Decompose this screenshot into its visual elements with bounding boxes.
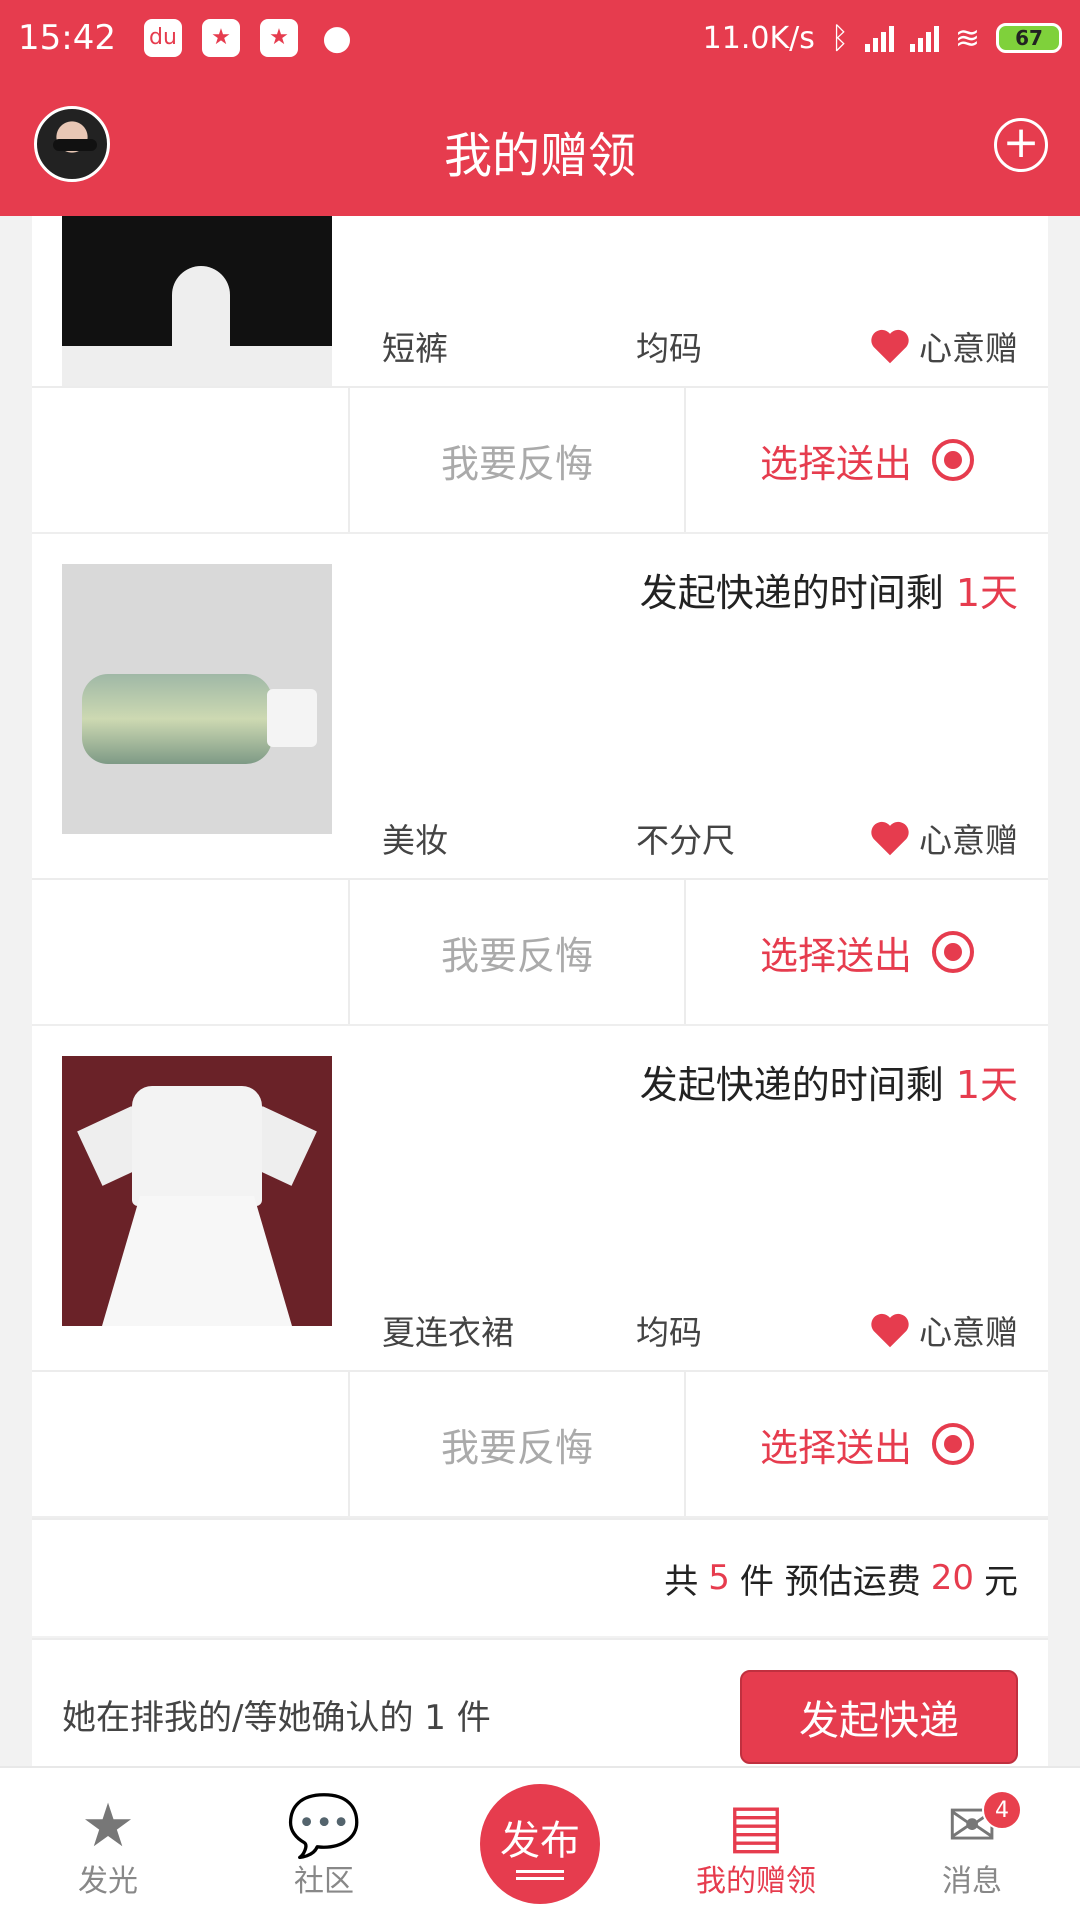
bluetooth-icon: ᛒ	[830, 20, 849, 56]
item-actions: 我要反悔 选择送出	[32, 1370, 1048, 1516]
total-suffix: 元	[984, 1561, 1018, 1602]
star-icon: ★	[81, 1791, 135, 1861]
publish-button[interactable]: 发布	[480, 1784, 600, 1904]
gift-item: 发起快递的时间剩 1天 夏连衣裙 均码 心意赠 我要反悔 选择送出	[32, 1026, 1048, 1518]
status-bar: 15:42 du ★ ★ ● 11.0K/s ᛒ ≋ 67	[0, 0, 1080, 76]
gift-item: 短裤 均码 心意赠 我要反悔 选择送出	[32, 216, 1048, 534]
gift-type-label: 心意赠	[919, 821, 1018, 860]
select-send-button[interactable]: 选择送出	[686, 880, 1048, 1024]
bottom-nav: ★ 发光 💬 社区 发布 ▤ 我的赠领 ✉ 4 消息	[0, 1766, 1080, 1920]
nav-item-messages[interactable]: ✉ 4 消息	[864, 1768, 1080, 1920]
item-size: 均码	[636, 329, 702, 368]
queue-status: 她在排我的/等她确认的 1 件	[62, 1698, 491, 1738]
regret-button[interactable]: 我要反悔	[350, 1372, 686, 1516]
shipping-countdown: 发起快递的时间剩 1天	[640, 562, 1018, 617]
countdown-value: 1天	[955, 1063, 1018, 1107]
item-photo[interactable]	[62, 1056, 332, 1326]
gift-type-label: 心意赠	[919, 329, 1018, 368]
item-info: 发起快递的时间剩 1天 美妆 不分尺 心意赠	[32, 534, 1048, 878]
nav-label: 消息	[942, 1864, 1002, 1899]
item-size: 不分尺	[636, 821, 735, 860]
baidu-icon: du	[143, 19, 182, 57]
countdown-value: 1天	[955, 571, 1018, 615]
select-send-label: 选择送出	[759, 1425, 912, 1470]
send-bar: 她在排我的/等她确认的 1 件 发起快递	[32, 1638, 1048, 1766]
item-info: 发起快递的时间剩 1天 夏连衣裙 均码 心意赠	[32, 1026, 1048, 1370]
network-speed: 11.0K/s	[702, 20, 815, 56]
regret-button[interactable]: 我要反悔	[350, 880, 686, 1024]
item-size: 均码	[636, 1313, 702, 1352]
gift-type: 心意赠	[869, 1306, 1018, 1354]
battery-icon: 67	[996, 23, 1062, 53]
item-category: 短裤	[382, 329, 448, 368]
add-button[interactable]: +	[994, 118, 1048, 172]
plus-icon: +	[1002, 117, 1040, 168]
item-category: 夏连衣裙	[382, 1313, 514, 1352]
shipping-fee: 20	[930, 1558, 974, 1598]
item-photo[interactable]	[62, 564, 332, 834]
countdown-label: 发起快递的时间剩	[639, 571, 956, 615]
total-middle: 件 预估运费	[739, 1561, 921, 1602]
total-prefix: 共	[664, 1561, 699, 1602]
app-bar: 我的赠领 +	[0, 76, 1080, 216]
shipping-summary: 共 5 件 预估运费 20 元	[32, 1518, 1048, 1636]
status-right: 11.0K/s ᛒ ≋ 67	[703, 21, 1062, 56]
select-send-button[interactable]: 选择送出	[686, 1372, 1048, 1516]
gift-box-icon: ▤	[727, 1791, 785, 1861]
star-app-icon: ★	[259, 19, 298, 57]
heart-icon	[871, 821, 909, 856]
publish-label: 发布	[500, 1818, 580, 1864]
gift-list[interactable]: 短裤 均码 心意赠 我要反悔 选择送出 发起快递的时间剩 1天 美妆 不分尺 心…	[32, 216, 1048, 1766]
radio-icon[interactable]	[932, 931, 974, 973]
nav-label: 社区	[294, 1864, 354, 1899]
gift-item: 发起快递的时间剩 1天 美妆 不分尺 心意赠 我要反悔 选择送出	[32, 534, 1048, 1026]
send-express-button[interactable]: 发起快递	[740, 1670, 1018, 1764]
nav-item-community[interactable]: 💬 社区	[216, 1768, 432, 1920]
nav-label: 发光	[78, 1864, 138, 1899]
item-meta: 短裤 均码 心意赠	[32, 322, 1048, 368]
total-count: 5	[708, 1558, 730, 1598]
publish-icon	[516, 1870, 564, 1880]
shipping-countdown: 发起快递的时间剩 1天	[640, 1054, 1018, 1109]
star-app-icon: ★	[201, 19, 240, 57]
nav-item-publish[interactable]: 发布	[432, 1768, 648, 1920]
item-actions: 我要反悔 选择送出	[32, 386, 1048, 532]
item-meta: 夏连衣裙 均码 心意赠	[32, 1306, 1048, 1352]
item-actions: 我要反悔 选择送出	[32, 878, 1048, 1024]
radio-icon[interactable]	[932, 439, 974, 481]
status-time: 15:42	[18, 18, 116, 58]
item-info: 短裤 均码 心意赠	[32, 216, 1048, 386]
item-category: 美妆	[382, 821, 448, 860]
gift-type: 心意赠	[869, 814, 1018, 862]
signal-icon	[909, 24, 939, 52]
select-send-button[interactable]: 选择送出	[686, 388, 1048, 532]
nav-label: 我的赠领	[696, 1864, 816, 1899]
gift-type-label: 心意赠	[919, 1313, 1018, 1352]
select-send-label: 选择送出	[759, 441, 912, 486]
nav-item-glow[interactable]: ★ 发光	[0, 1768, 216, 1920]
gift-type: 心意赠	[869, 322, 1018, 370]
regret-button[interactable]: 我要反悔	[350, 388, 686, 532]
nav-item-my-gifts[interactable]: ▤ 我的赠领	[648, 1768, 864, 1920]
unread-badge: 4	[982, 1790, 1022, 1830]
wifi-icon: ≋	[954, 20, 980, 56]
heart-icon	[871, 1313, 909, 1348]
radio-icon[interactable]	[932, 1423, 974, 1465]
heart-icon	[871, 329, 909, 364]
chat-icon: 💬	[286, 1791, 362, 1861]
moon-icon: ●	[322, 18, 352, 58]
select-send-label: 选择送出	[759, 933, 912, 978]
page-title: 我的赠领	[443, 128, 636, 184]
countdown-label: 发起快递的时间剩	[639, 1063, 956, 1107]
signal-icon	[864, 24, 894, 52]
item-meta: 美妆 不分尺 心意赠	[32, 814, 1048, 860]
